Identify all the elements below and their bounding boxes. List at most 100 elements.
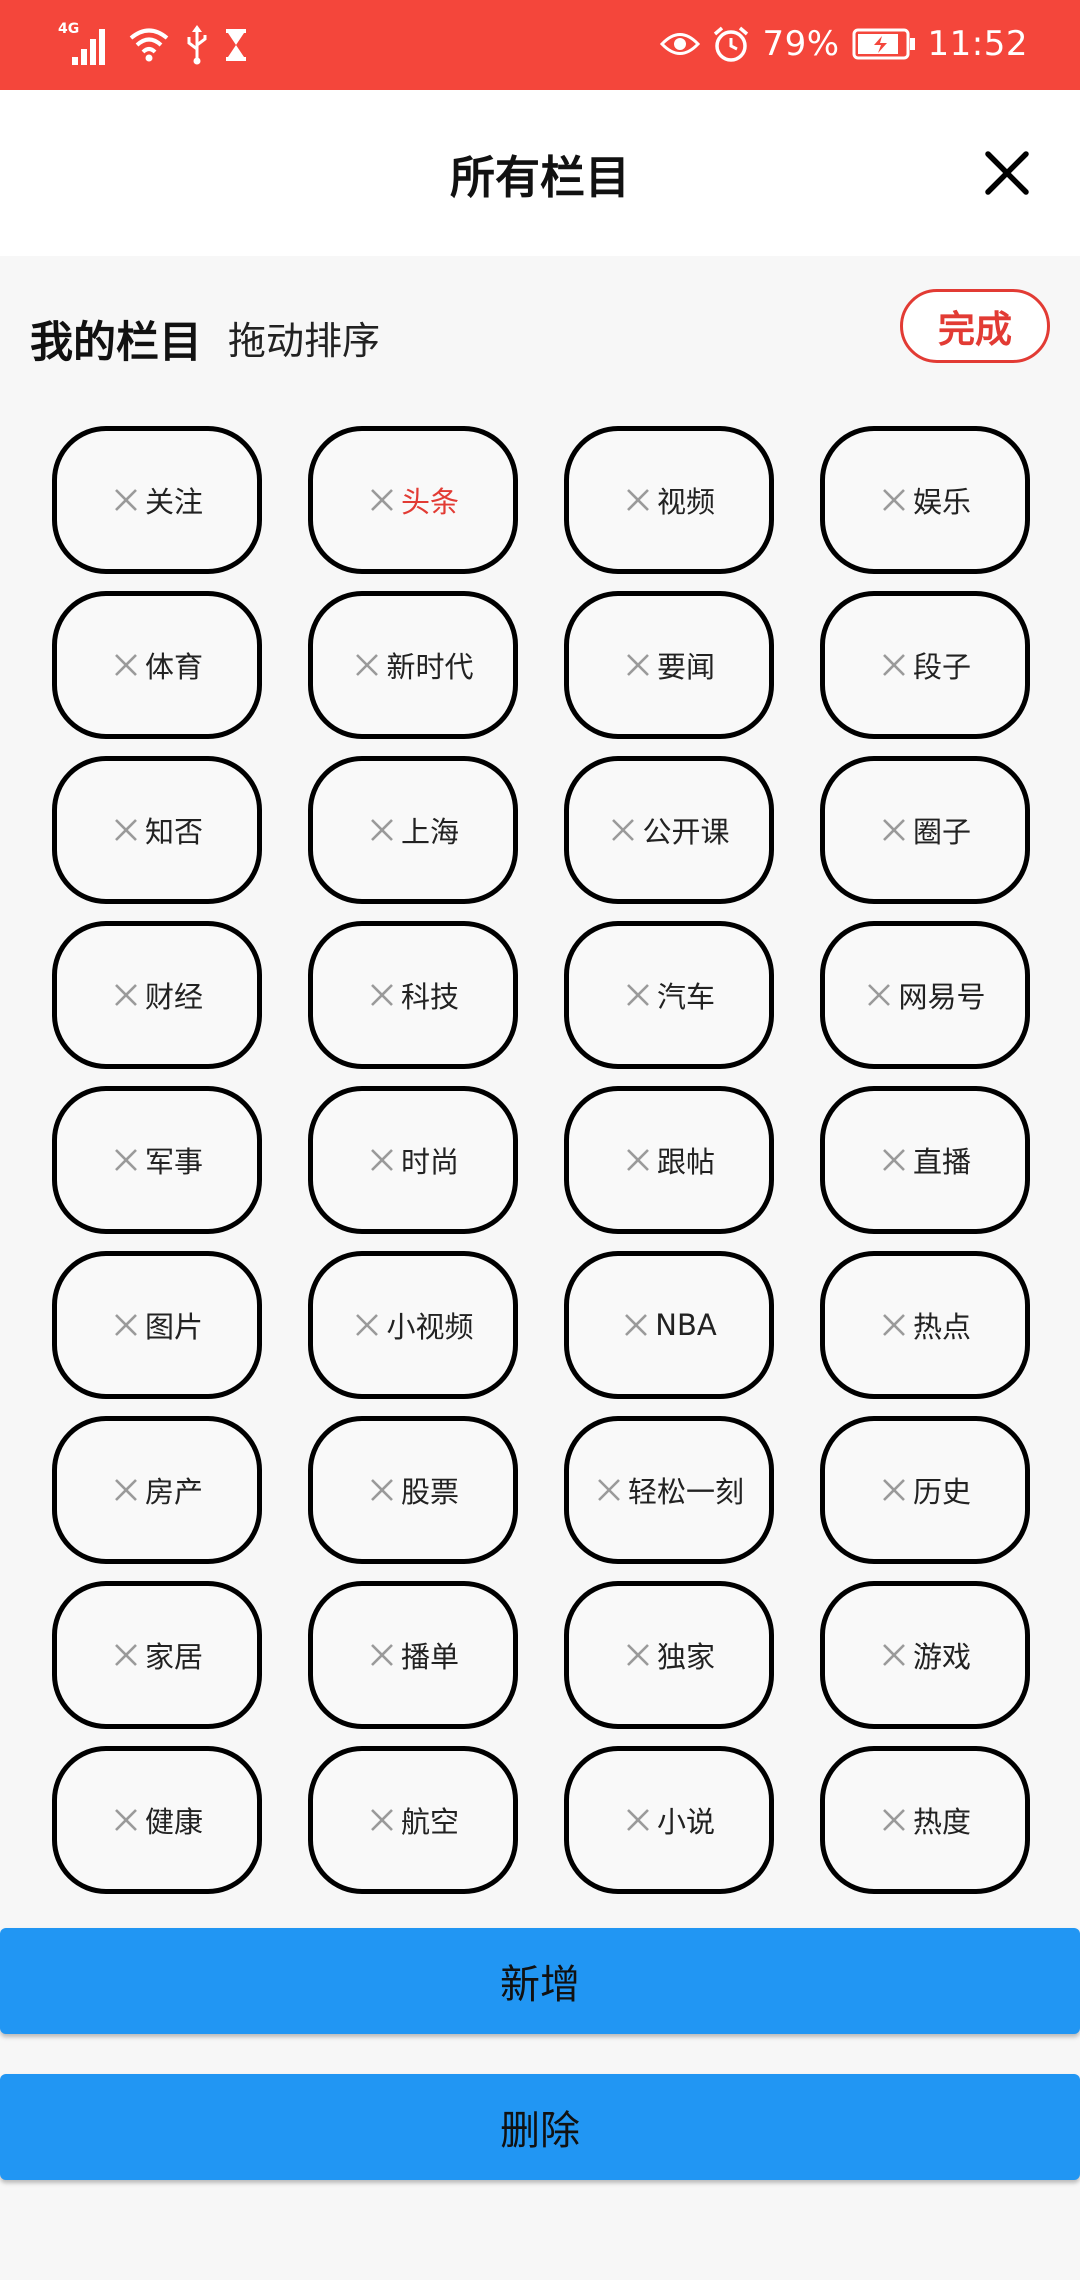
remove-icon[interactable]: [367, 1475, 397, 1505]
remove-icon[interactable]: [367, 980, 397, 1010]
remove-icon[interactable]: [111, 485, 141, 515]
channel-label: 上海: [400, 815, 459, 849]
wifi-icon: [128, 26, 170, 64]
remove-icon[interactable]: [111, 1310, 141, 1340]
remove-icon[interactable]: [111, 1805, 141, 1835]
remove-icon[interactable]: [623, 1640, 653, 1670]
channel-chip[interactable]: 直播: [820, 1086, 1030, 1234]
channel-label: 科技: [400, 980, 459, 1014]
channel-label: 网易号: [898, 980, 986, 1014]
channel-chip[interactable]: 热度: [820, 1746, 1030, 1894]
channel-chip[interactable]: 军事: [52, 1086, 262, 1234]
remove-icon[interactable]: [111, 650, 141, 680]
channel-chip[interactable]: 游戏: [820, 1581, 1030, 1729]
channel-grid: 关注 头条 视频 娱乐体育 新时代 要闻 段子知否 上海 公开课 圈子财经 科技 汽车 网易号军事 时尚 跟…: [52, 426, 1032, 1894]
channel-chip[interactable]: 股票: [308, 1416, 518, 1564]
network-type-label: 4G: [58, 21, 80, 37]
channel-chip[interactable]: 小说: [564, 1746, 774, 1894]
channel-chip[interactable]: 小视频: [308, 1251, 518, 1399]
channel-label: 轻松一刻: [627, 1475, 744, 1509]
remove-icon[interactable]: [623, 485, 653, 515]
channel-chip[interactable]: 网易号: [820, 921, 1030, 1069]
my-channels-header: 我的栏目 拖动排序 完成: [0, 256, 1080, 416]
remove-icon[interactable]: [879, 1640, 909, 1670]
channel-chip[interactable]: 图片: [52, 1251, 262, 1399]
channel-label: 游戏: [912, 1640, 971, 1674]
done-button[interactable]: 完成: [900, 289, 1050, 363]
section-subtitle: 拖动排序: [228, 319, 381, 363]
channel-chip[interactable]: 公开课: [564, 756, 774, 904]
remove-icon[interactable]: [367, 485, 397, 515]
channel-chip[interactable]: NBA: [564, 1251, 774, 1399]
channel-chip[interactable]: 轻松一刻: [564, 1416, 774, 1564]
channel-label: 热点: [912, 1310, 971, 1344]
channel-chip[interactable]: 汽车: [564, 921, 774, 1069]
channel-chip[interactable]: 要闻: [564, 591, 774, 739]
remove-icon[interactable]: [111, 1640, 141, 1670]
remove-icon[interactable]: [111, 815, 141, 845]
remove-icon[interactable]: [621, 1310, 651, 1340]
channel-chip[interactable]: 知否: [52, 756, 262, 904]
remove-icon[interactable]: [623, 1805, 653, 1835]
remove-icon[interactable]: [879, 1475, 909, 1505]
channel-chip[interactable]: 时尚: [308, 1086, 518, 1234]
add-button[interactable]: 新增: [0, 1928, 1080, 2034]
channel-chip[interactable]: 新时代: [308, 591, 518, 739]
remove-icon[interactable]: [352, 1310, 382, 1340]
channel-label: 房产: [144, 1475, 203, 1509]
channel-chip[interactable]: 段子: [820, 591, 1030, 739]
channel-chip[interactable]: 房产: [52, 1416, 262, 1564]
channel-chip[interactable]: 视频: [564, 426, 774, 574]
remove-icon[interactable]: [594, 1475, 624, 1505]
channel-chip[interactable]: 家居: [52, 1581, 262, 1729]
remove-icon[interactable]: [623, 980, 653, 1010]
remove-icon[interactable]: [367, 1640, 397, 1670]
remove-icon[interactable]: [608, 815, 638, 845]
channel-chip[interactable]: 科技: [308, 921, 518, 1069]
remove-icon[interactable]: [864, 980, 894, 1010]
remove-icon[interactable]: [879, 815, 909, 845]
close-icon: [985, 151, 1029, 195]
channel-chip[interactable]: 跟帖: [564, 1086, 774, 1234]
channel-chip[interactable]: 财经: [52, 921, 262, 1069]
channel-chip[interactable]: 上海: [308, 756, 518, 904]
close-button[interactable]: [972, 138, 1042, 208]
dialog-header: 所有栏目: [0, 90, 1080, 256]
channel-label: 历史: [912, 1475, 971, 1509]
channel-chip[interactable]: 播单: [308, 1581, 518, 1729]
remove-icon[interactable]: [111, 1475, 141, 1505]
channel-chip[interactable]: 娱乐: [820, 426, 1030, 574]
channel-chip[interactable]: 独家: [564, 1581, 774, 1729]
channel-label: 股票: [400, 1475, 459, 1509]
channel-label: 小说: [656, 1805, 715, 1839]
battery-icon: [852, 27, 916, 61]
channel-label: 视频: [656, 485, 715, 519]
remove-icon[interactable]: [367, 1145, 397, 1175]
remove-icon[interactable]: [367, 1805, 397, 1835]
eye-icon: [660, 29, 701, 59]
channel-chip[interactable]: 圈子: [820, 756, 1030, 904]
channel-chip[interactable]: 头条: [308, 426, 518, 574]
channel-label: 跟帖: [656, 1145, 715, 1179]
remove-icon[interactable]: [623, 1145, 653, 1175]
channel-label: 播单: [400, 1640, 459, 1674]
remove-icon[interactable]: [879, 1805, 909, 1835]
channel-label: 直播: [912, 1145, 971, 1179]
remove-icon[interactable]: [879, 485, 909, 515]
channel-chip[interactable]: 热点: [820, 1251, 1030, 1399]
remove-icon[interactable]: [352, 650, 382, 680]
channel-chip[interactable]: 体育: [52, 591, 262, 739]
remove-icon[interactable]: [879, 1145, 909, 1175]
delete-button[interactable]: 删除: [0, 2074, 1080, 2180]
remove-icon[interactable]: [879, 1310, 909, 1340]
channel-chip[interactable]: 健康: [52, 1746, 262, 1894]
remove-icon[interactable]: [367, 815, 397, 845]
page-title: 所有栏目: [449, 150, 630, 204]
remove-icon[interactable]: [111, 1145, 141, 1175]
remove-icon[interactable]: [879, 650, 909, 680]
remove-icon[interactable]: [623, 650, 653, 680]
channel-chip[interactable]: 关注: [52, 426, 262, 574]
remove-icon[interactable]: [111, 980, 141, 1010]
channel-chip[interactable]: 航空: [308, 1746, 518, 1894]
channel-chip[interactable]: 历史: [820, 1416, 1030, 1564]
